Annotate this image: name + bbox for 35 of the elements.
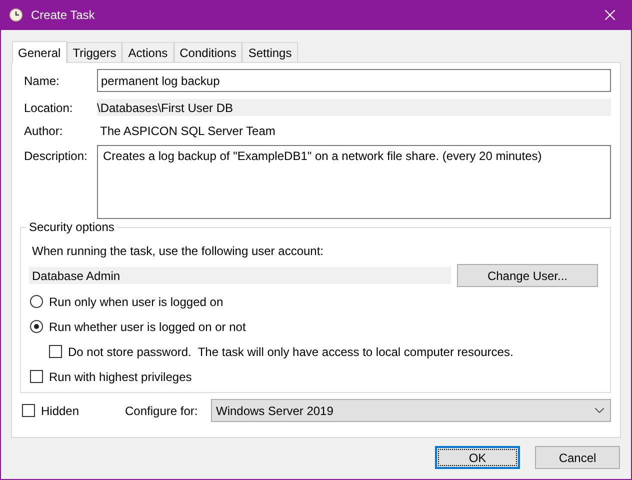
field-label: Author:: [24, 124, 64, 138]
option-label: Run only when user is logged on: [49, 294, 224, 308]
radio-button[interactable]: [30, 295, 43, 308]
group-title: Security options: [26, 220, 118, 234]
option-label: Do not store password. The task will only have access to local computer resources.: [68, 344, 514, 358]
user-account-value: Database Admin: [29, 267, 451, 284]
tab[interactable]: Settings: [242, 42, 298, 62]
location-value: \Databases\First User DB: [97, 99, 611, 116]
option-label: Hidden: [41, 404, 80, 418]
account-prompt: When running the task, use the following user account:: [32, 244, 324, 258]
field-label: Location:: [24, 100, 74, 114]
change-user-button[interactable]: Change User...: [457, 264, 598, 287]
field-label: Name:: [24, 74, 60, 88]
configure-dropdown[interactable]: Windows Server 2019: [211, 399, 611, 422]
field-label: Configure for:: [125, 404, 199, 418]
tab[interactable]: General: [12, 41, 67, 63]
cancel-button[interactable]: Cancel: [535, 446, 620, 469]
close-icon: [605, 10, 615, 20]
window-title: Create Task: [31, 8, 96, 22]
ok-button[interactable]: OK: [435, 446, 520, 469]
clock-icon: [9, 8, 23, 22]
field-label: Description:: [24, 149, 88, 163]
checkbox[interactable]: [49, 345, 62, 358]
name-field[interactable]: permanent log backup: [97, 69, 611, 92]
description-field[interactable]: Creates a log backup of "ExampleDB1" on a network file share. (every 20 minutes): [97, 145, 611, 219]
chevron-icon: [595, 408, 604, 413]
tab[interactable]: Triggers: [66, 42, 122, 62]
radio-button[interactable]: [30, 320, 43, 333]
tab[interactable]: Conditions: [174, 42, 242, 62]
checkbox[interactable]: [30, 370, 43, 383]
tab[interactable]: Actions: [122, 42, 174, 62]
option-label: Run with highest privileges: [49, 370, 192, 384]
option-label: Run whether user is logged on or not: [49, 320, 246, 334]
author-value: The ASPICON SQL Server Team: [100, 124, 276, 138]
checkbox[interactable]: [22, 404, 35, 417]
